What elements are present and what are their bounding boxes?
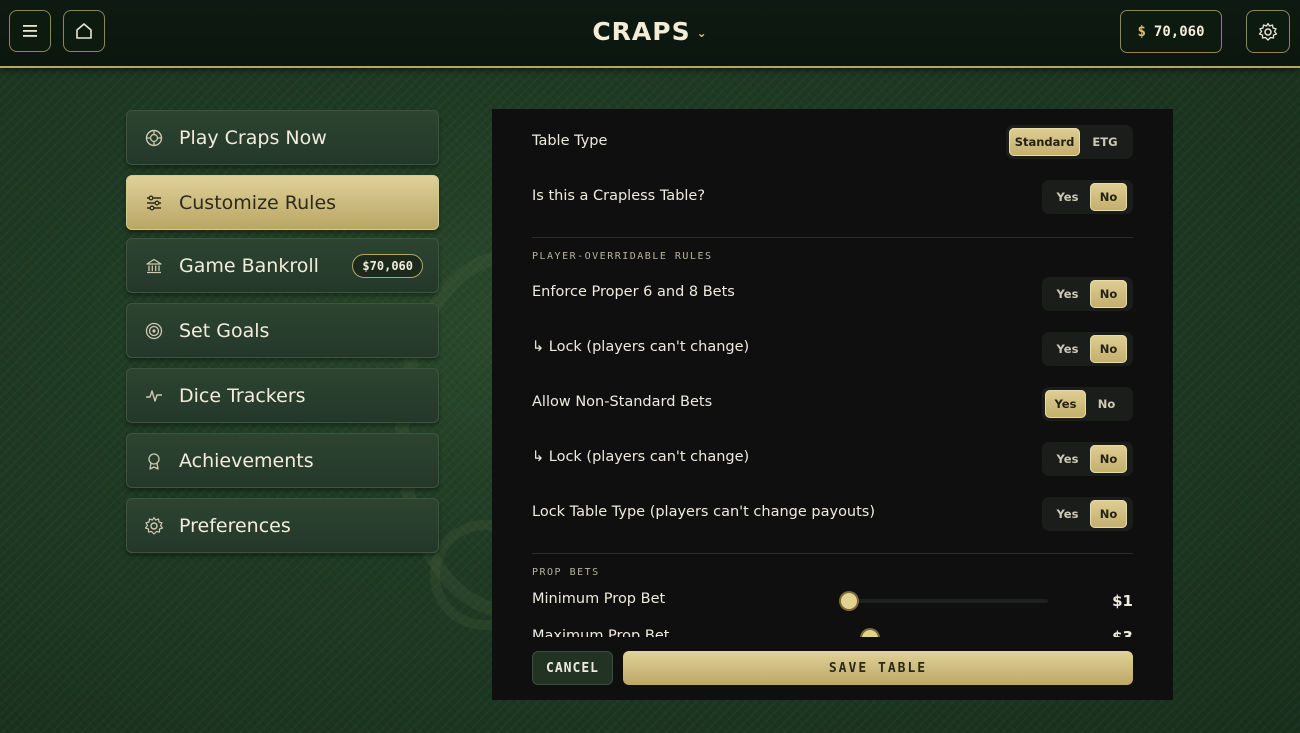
top-bar: CRAPS ⌄ $ 70,060 — [0, 0, 1300, 68]
award-icon — [144, 451, 164, 471]
non-standard-label: Allow Non-Standard Bets — [532, 394, 713, 410]
proper-6-8-yes[interactable]: Yes — [1045, 280, 1090, 308]
sliders-icon — [144, 193, 164, 213]
sidebar-item-dice-trackers[interactable]: Dice Trackers — [126, 368, 439, 423]
lock-table-type-label: Lock Table Type (players can't change pa… — [532, 504, 876, 520]
lock-non-standard-toggle: Yes No — [1042, 442, 1133, 476]
non-standard-yes[interactable]: Yes — [1045, 390, 1086, 418]
sidebar-item-preferences[interactable]: Preferences — [126, 498, 439, 553]
balance-display: $ 70,060 — [1120, 10, 1222, 53]
lock-non-standard-no[interactable]: No — [1090, 445, 1127, 473]
target-icon — [144, 321, 164, 341]
game-title[interactable]: CRAPS ⌄ — [0, 17, 1300, 46]
table-type-standard[interactable]: Standard — [1009, 128, 1080, 156]
section-player-overridable: PLAYER-OVERRIDABLE RULES — [532, 251, 713, 262]
proper-6-8-no[interactable]: No — [1090, 280, 1127, 308]
gear-icon — [144, 516, 164, 536]
lock-table-type-toggle: Yes No — [1042, 497, 1133, 531]
crapless-label: Is this a Crapless Table? — [532, 188, 706, 204]
save-table-button[interactable]: SAVE TABLE — [623, 651, 1133, 685]
sidebar-item-label: Dice Trackers — [179, 384, 306, 407]
sidebar-item-achievements[interactable]: Achievements — [126, 433, 439, 488]
rules-panel: Table Type Standard ETG Is this a Craple… — [492, 109, 1173, 700]
section-prop-bets: PROP BETS — [532, 567, 600, 578]
game-title-text: CRAPS — [592, 17, 691, 46]
lock-proper-no[interactable]: No — [1090, 335, 1127, 363]
section-divider — [532, 553, 1133, 554]
non-standard-toggle: Yes No — [1042, 387, 1133, 421]
chip-icon — [144, 128, 164, 148]
lock-non-standard-yes[interactable]: Yes — [1045, 445, 1090, 473]
sidebar-item-label: Preferences — [179, 514, 291, 537]
lock-proper-label: ↳ Lock (players can't change) — [532, 339, 750, 355]
min-prop-label: Minimum Prop Bet — [532, 591, 666, 607]
sidebar-item-label: Achievements — [179, 449, 314, 472]
lock-table-type-no[interactable]: No — [1090, 500, 1127, 528]
table-type-toggle: Standard ETG — [1006, 125, 1133, 159]
gear-icon — [1258, 22, 1278, 41]
section-divider — [532, 237, 1133, 238]
sidebar-item-game-bankroll[interactable]: Game Bankroll $70,060 — [126, 238, 439, 293]
min-prop-slider-thumb[interactable] — [841, 593, 857, 609]
lock-proper-yes[interactable]: Yes — [1045, 335, 1090, 363]
sidebar-item-label: Set Goals — [179, 319, 270, 342]
pulse-icon — [144, 386, 164, 406]
sidebar-item-play-craps[interactable]: Play Craps Now — [126, 110, 439, 165]
sidebar-item-label: Customize Rules — [179, 191, 337, 214]
lock-proper-toggle: Yes No — [1042, 332, 1133, 366]
bankroll-badge: $70,060 — [352, 254, 423, 278]
non-standard-no[interactable]: No — [1086, 390, 1127, 418]
bank-icon — [144, 256, 164, 276]
min-prop-value: $1 — [1112, 592, 1133, 610]
lock-table-type-yes[interactable]: Yes — [1045, 500, 1090, 528]
balance-value: 70,060 — [1153, 23, 1205, 40]
crapless-no[interactable]: No — [1090, 183, 1127, 211]
cancel-button[interactable]: CANCEL — [532, 651, 613, 685]
lock-non-standard-label: ↳ Lock (players can't change) — [532, 449, 750, 465]
proper-6-8-toggle: Yes No — [1042, 277, 1133, 311]
crapless-yes[interactable]: Yes — [1045, 183, 1090, 211]
chevron-down-icon: ⌄ — [696, 26, 708, 40]
sidebar-item-customize-rules[interactable]: Customize Rules — [126, 175, 439, 230]
table-type-etg[interactable]: ETG — [1080, 128, 1130, 156]
table-type-label: Table Type — [532, 133, 608, 149]
dollar-icon: $ — [1137, 23, 1146, 40]
settings-button[interactable] — [1246, 10, 1290, 53]
proper-6-8-label: Enforce Proper 6 and 8 Bets — [532, 284, 735, 300]
min-prop-slider-track[interactable] — [848, 599, 1048, 603]
crapless-toggle: Yes No — [1042, 180, 1133, 214]
sidebar-item-set-goals[interactable]: Set Goals — [126, 303, 439, 358]
sidebar-item-label: Play Craps Now — [179, 126, 327, 149]
sidebar-item-label: Game Bankroll — [179, 254, 319, 277]
